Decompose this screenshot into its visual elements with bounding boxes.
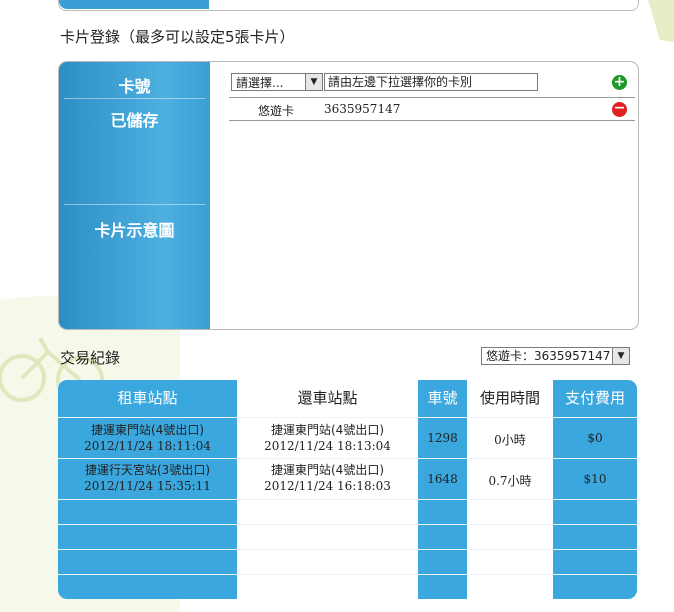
table-row: 捷運東門站(4號出口) 2012/11/24 18:11:04 bbox=[58, 422, 237, 454]
bike-number: 1648 bbox=[427, 472, 458, 486]
card-type-select[interactable]: 請選擇... ▼ bbox=[231, 73, 323, 91]
card-section-title: 卡片登錄（最多可以設定5張卡片） bbox=[60, 28, 295, 46]
saved-card-type: 悠遊卡 bbox=[258, 104, 295, 118]
header-return-station: 還車站點 bbox=[297, 389, 358, 407]
table-divider bbox=[58, 417, 637, 418]
table-row: 捷運行天宮站(3號出口) 2012/11/24 15:35:11 bbox=[58, 462, 237, 494]
return-time: 2012/11/24 18:13:04 bbox=[264, 439, 391, 453]
table-divider bbox=[58, 458, 637, 459]
bike-number: 1298 bbox=[427, 431, 458, 445]
rent-time: 2012/11/24 15:35:11 bbox=[84, 479, 211, 493]
card-type-select-value: 請選擇... bbox=[236, 76, 284, 90]
add-card-icon[interactable]: + bbox=[612, 75, 627, 90]
rent-time: 2012/11/24 18:11:04 bbox=[84, 439, 211, 453]
top-panel-edge bbox=[58, 0, 639, 11]
chevron-down-icon[interactable]: ▼ bbox=[612, 348, 629, 364]
sidebar-divider bbox=[64, 98, 205, 99]
row-divider bbox=[229, 97, 635, 98]
remove-card-icon[interactable]: − bbox=[612, 101, 627, 117]
row-divider bbox=[229, 120, 635, 121]
sidebar-divider bbox=[64, 204, 205, 205]
table-divider bbox=[58, 499, 637, 500]
rent-station: 捷運行天宮站(3號出口) bbox=[85, 463, 210, 477]
table-divider bbox=[58, 524, 637, 525]
chevron-down-icon[interactable]: ▼ bbox=[305, 74, 322, 90]
transactions-title: 交易紀錄 bbox=[60, 349, 121, 367]
card-number-input[interactable]: 請由左邊下拉選擇你的卡別 bbox=[324, 73, 538, 91]
card-number-label: 卡號 bbox=[118, 77, 151, 96]
return-time: 2012/11/24 16:18:03 bbox=[264, 479, 391, 493]
table-divider bbox=[58, 549, 637, 550]
table-divider bbox=[58, 574, 637, 575]
header-fee: 支付費用 bbox=[564, 389, 625, 407]
saved-card-number: 3635957147 bbox=[324, 102, 401, 116]
fee: $10 bbox=[583, 472, 607, 486]
transactions-table: 租車站點 還車站點 車號 使用時間 支付費用 捷運東門站(4號出口) 2012/… bbox=[58, 380, 637, 599]
header-rent-station: 租車站點 bbox=[117, 389, 178, 407]
duration: 0.7小時 bbox=[488, 474, 532, 488]
return-station: 捷運東門站(4號出口) bbox=[271, 463, 384, 477]
table-row: 捷運東門站(4號出口) 2012/11/24 18:13:04 bbox=[238, 422, 417, 454]
return-station: 捷運東門站(4號出口) bbox=[271, 423, 384, 437]
transaction-card-select-value: 悠遊卡：3635957147 bbox=[486, 349, 611, 363]
top-panel-tab bbox=[59, 0, 209, 9]
header-bike-number: 車號 bbox=[427, 389, 458, 407]
saved-label: 已儲存 bbox=[110, 111, 159, 130]
card-panel-sidebar: 卡號 已儲存 卡片示意圖 bbox=[59, 62, 210, 329]
duration: 0小時 bbox=[494, 433, 526, 447]
transaction-card-select[interactable]: 悠遊卡：3635957147 ▼ bbox=[481, 347, 630, 365]
rent-station: 捷運東門站(4號出口) bbox=[91, 423, 204, 437]
header-duration: 使用時間 bbox=[479, 389, 540, 407]
card-image-label: 卡片示意圖 bbox=[94, 221, 175, 240]
fee: $0 bbox=[587, 431, 603, 445]
card-panel: 卡號 已儲存 卡片示意圖 請選擇... ▼ 請由左邊下拉選擇你的卡別 + 悠遊卡… bbox=[58, 61, 639, 330]
table-row: 捷運東門站(4號出口) 2012/11/24 16:18:03 bbox=[238, 462, 417, 494]
